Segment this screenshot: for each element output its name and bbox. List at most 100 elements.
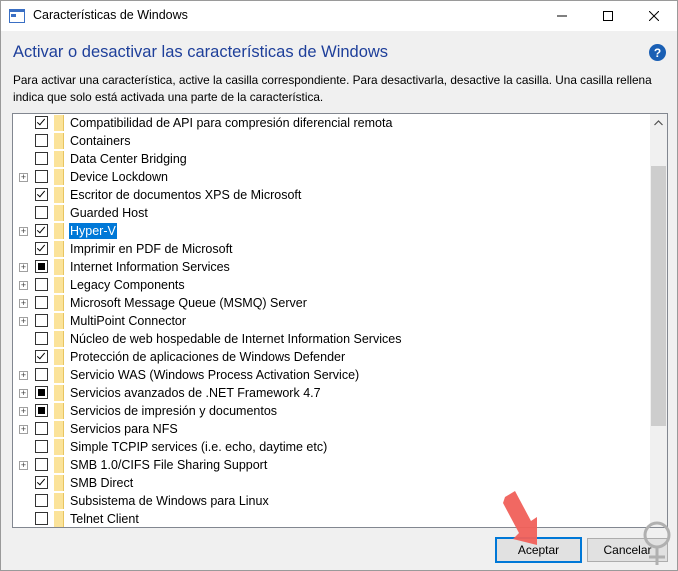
expand-icon[interactable]: + (19, 407, 28, 416)
feature-row[interactable]: Telnet Client (13, 510, 649, 527)
feature-row[interactable]: Guarded Host (13, 204, 649, 222)
feature-label: SMB Direct (70, 476, 134, 490)
close-button[interactable] (631, 1, 677, 31)
title-bar[interactable]: Características de Windows (1, 1, 677, 31)
feature-checkbox[interactable] (35, 314, 48, 327)
expand-icon[interactable]: + (19, 425, 28, 434)
feature-row[interactable]: Núcleo de web hospedable de Internet Inf… (13, 330, 649, 348)
feature-row[interactable]: + Servicio WAS (Windows Process Activatio… (13, 366, 649, 384)
scroll-thumb[interactable] (651, 166, 666, 426)
feature-checkbox[interactable] (35, 386, 48, 399)
watermark-logo-icon (643, 521, 671, 565)
folder-icon (54, 151, 64, 167)
feature-label: MultiPoint Connector (70, 314, 187, 328)
feature-checkbox[interactable] (35, 476, 48, 489)
feature-checkbox[interactable] (35, 134, 48, 147)
expand-icon[interactable]: + (19, 299, 28, 308)
expand-icon[interactable]: + (19, 371, 28, 380)
help-icon[interactable]: ? (649, 44, 666, 61)
folder-icon (54, 475, 64, 491)
feature-checkbox[interactable] (35, 368, 48, 381)
feature-checkbox[interactable] (35, 170, 48, 183)
expand-icon[interactable]: + (19, 173, 28, 182)
expand-icon[interactable]: + (19, 263, 28, 272)
maximize-button[interactable] (585, 1, 631, 31)
feature-label: Simple TCPIP services (i.e. echo, daytim… (70, 440, 328, 454)
feature-checkbox[interactable] (35, 260, 48, 273)
scroll-up-button[interactable] (650, 114, 667, 131)
feature-checkbox[interactable] (35, 242, 48, 255)
feature-label: SMB 1.0/CIFS File Sharing Support (70, 458, 268, 472)
feature-checkbox[interactable] (35, 206, 48, 219)
feature-checkbox[interactable] (35, 152, 48, 165)
features-dialog: Características de Windows Activar o des… (0, 0, 678, 571)
feature-row[interactable]: + Servicios de impresión y documentos (13, 402, 649, 420)
folder-icon (54, 331, 64, 347)
feature-row[interactable]: + MultiPoint Connector (13, 312, 649, 330)
feature-row[interactable]: Subsistema de Windows para Linux (13, 492, 649, 510)
feature-checkbox[interactable] (35, 422, 48, 435)
feature-checkbox[interactable] (35, 116, 48, 129)
page-heading: Activar o desactivar las características… (13, 43, 389, 61)
feature-label: Núcleo de web hospedable de Internet Inf… (70, 332, 402, 346)
feature-checkbox[interactable] (35, 188, 48, 201)
feature-label: Containers (70, 134, 131, 148)
feature-row[interactable]: + Device Lockdown (13, 168, 649, 186)
feature-row[interactable]: Simple TCPIP services (i.e. echo, daytim… (13, 438, 649, 456)
feature-row[interactable]: Data Center Bridging (13, 150, 649, 168)
feature-label: Legacy Components (70, 278, 185, 292)
expand-icon[interactable]: + (19, 389, 28, 398)
feature-row[interactable]: Imprimir en PDF de Microsoft (13, 240, 649, 258)
feature-checkbox[interactable] (35, 440, 48, 453)
feature-checkbox[interactable] (35, 458, 48, 471)
feature-checkbox[interactable] (35, 494, 48, 507)
feature-checkbox[interactable] (35, 512, 48, 525)
folder-icon (54, 313, 64, 329)
chevron-up-icon (654, 119, 663, 125)
folder-icon (54, 241, 64, 257)
feature-checkbox[interactable] (35, 350, 48, 363)
folder-icon (54, 295, 64, 311)
feature-label: Protección de aplicaciones de Windows De… (70, 350, 346, 364)
folder-icon (54, 187, 64, 203)
feature-row[interactable]: + SMB 1.0/CIFS File Sharing Support (13, 456, 649, 474)
expand-icon[interactable]: + (19, 317, 28, 326)
feature-checkbox[interactable] (35, 404, 48, 417)
feature-label: Internet Information Services (70, 260, 230, 274)
folder-icon (54, 169, 64, 185)
feature-label: Imprimir en PDF de Microsoft (70, 242, 233, 256)
feature-label: Servicio WAS (Windows Process Activation… (70, 368, 360, 382)
feature-checkbox[interactable] (35, 224, 48, 237)
feature-checkbox[interactable] (35, 332, 48, 345)
feature-row[interactable]: Compatibilidad de API para compresión di… (13, 114, 649, 132)
feature-label: Microsoft Message Queue (MSMQ) Server (70, 296, 307, 310)
folder-icon (54, 133, 64, 149)
vertical-scrollbar[interactable] (650, 114, 667, 527)
feature-label: Servicios avanzados de .NET Framework 4.… (70, 386, 321, 400)
folder-icon (54, 457, 64, 473)
expand-icon[interactable]: + (19, 227, 28, 236)
windows-features-icon (9, 9, 25, 23)
features-tree[interactable]: Compatibilidad de API para compresión di… (12, 113, 668, 528)
feature-checkbox[interactable] (35, 296, 48, 309)
feature-row[interactable]: + Microsoft Message Queue (MSMQ) Server (13, 294, 649, 312)
feature-row[interactable]: + Hyper-V (13, 222, 649, 240)
expand-icon[interactable]: + (19, 281, 28, 290)
minimize-button[interactable] (539, 1, 585, 31)
feature-checkbox[interactable] (35, 278, 48, 291)
feature-row[interactable]: Escritor de documentos XPS de Microsoft (13, 186, 649, 204)
feature-label: Subsistema de Windows para Linux (70, 494, 269, 508)
feature-row[interactable]: Containers (13, 132, 649, 150)
folder-icon (54, 223, 64, 239)
folder-icon (54, 349, 64, 365)
feature-row[interactable]: + Servicios para NFS (13, 420, 649, 438)
folder-icon (54, 403, 64, 419)
folder-icon (54, 367, 64, 383)
expand-icon[interactable]: + (19, 461, 28, 470)
feature-row[interactable]: SMB Direct (13, 474, 649, 492)
feature-row[interactable]: + Servicios avanzados de .NET Framework 4… (13, 384, 649, 402)
feature-label: Guarded Host (70, 206, 148, 220)
feature-row[interactable]: Protección de aplicaciones de Windows De… (13, 348, 649, 366)
feature-row[interactable]: + Legacy Components (13, 276, 649, 294)
feature-row[interactable]: + Internet Information Services (13, 258, 649, 276)
